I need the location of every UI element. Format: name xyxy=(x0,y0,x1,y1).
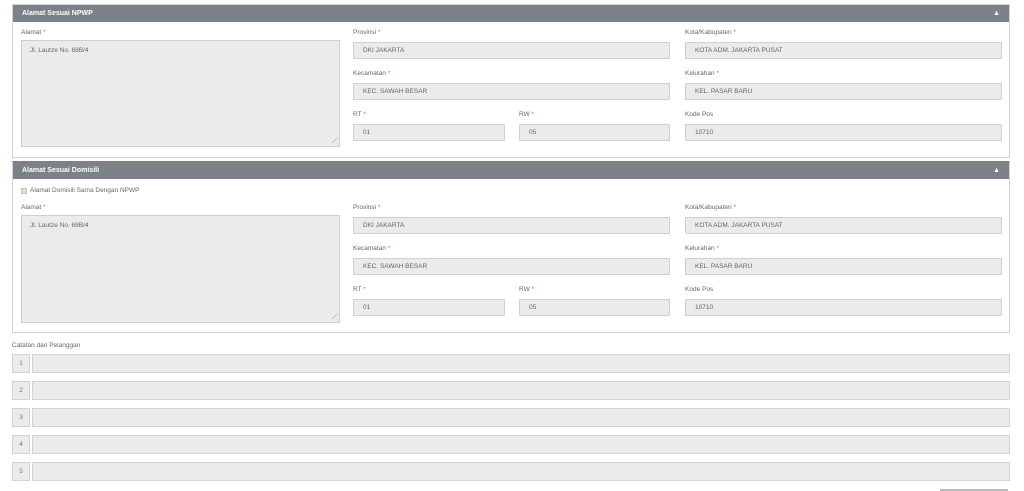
domisili-panel-header[interactable]: Alamat Sesuai Domisili ▲ xyxy=(13,162,1009,179)
note-input[interactable] xyxy=(32,462,1010,481)
npwp-panel-title: Alamat Sesuai NPWP xyxy=(22,10,93,17)
domisili-kodepos-field[interactable]: 10710 xyxy=(685,299,1002,316)
npwp-kota-label: Kota/Kabupaten * xyxy=(685,29,736,36)
npwp-panel-header[interactable]: Alamat Sesuai NPWP ▲ xyxy=(13,5,1009,22)
note-input[interactable] xyxy=(32,435,1010,454)
domisili-provinsi-field[interactable]: DKI JAKARTA xyxy=(353,217,670,234)
domisili-kecamatan-field[interactable]: KEC. SAWAH BESAR xyxy=(353,258,670,275)
npwp-rt-field[interactable]: 01 xyxy=(353,124,505,141)
note-row: 3 xyxy=(12,408,1010,427)
npwp-kota-field[interactable]: KOTA ADM. JAKARTA PUSAT xyxy=(685,42,1002,59)
npwp-kodepos-field[interactable]: 10710 xyxy=(685,124,1002,141)
note-input[interactable] xyxy=(32,408,1010,427)
note-row: 2 xyxy=(12,381,1010,400)
domisili-alamat-label: Alamat * xyxy=(21,204,46,211)
resize-grip-icon[interactable]: ⟋ xyxy=(332,314,337,321)
npwp-provinsi-label: Provinsi * xyxy=(353,29,381,36)
domisili-rt-field[interactable]: 01 xyxy=(353,299,505,316)
note-row-number: 4 xyxy=(12,435,30,454)
npwp-rw-field[interactable]: 05 xyxy=(519,124,670,141)
caret-up-icon[interactable]: ▲ xyxy=(993,167,1000,174)
note-input[interactable] xyxy=(32,354,1010,373)
note-input[interactable] xyxy=(32,381,1010,400)
npwp-rw-label: RW * xyxy=(519,111,535,118)
resize-grip-icon[interactable]: ⟋ xyxy=(332,138,337,145)
domisili-kecamatan-label: Kecamatan * xyxy=(353,245,391,252)
domisili-address-panel: Alamat Sesuai Domisili ▲ Alamat Domisili… xyxy=(12,161,1010,333)
npwp-kelurahan-label: Kelurahan * xyxy=(685,70,719,77)
note-row-number: 1 xyxy=(12,354,30,373)
domisili-kota-field[interactable]: KOTA ADM. JAKARTA PUSAT xyxy=(685,217,1002,234)
same-as-npwp-label: Alamat Domisili Sama Dengan NPWP xyxy=(30,187,140,194)
npwp-address-panel: Alamat Sesuai NPWP ▲ Alamat * Jl. Lautze… xyxy=(12,4,1010,158)
domisili-kota-label: Kota/Kabupaten * xyxy=(685,204,736,211)
npwp-kodepos-label: Kode Pos xyxy=(685,111,714,118)
customer-notes-label: Catatan dari Pelanggan xyxy=(12,342,81,349)
note-row: 4 xyxy=(12,435,1010,454)
npwp-kelurahan-field[interactable]: KEL. PASAR BARU xyxy=(685,83,1002,100)
note-row-number: 3 xyxy=(12,408,30,427)
domisili-kelurahan-field[interactable]: KEL. PASAR BARU xyxy=(685,258,1002,275)
domisili-kelurahan-label: Kelurahan * xyxy=(685,245,719,252)
npwp-rt-label: RT * xyxy=(353,111,366,118)
same-as-npwp-checkbox-row[interactable]: Alamat Domisili Sama Dengan NPWP xyxy=(21,187,139,194)
domisili-kodepos-label: Kode Pos xyxy=(685,286,714,293)
domisili-rw-field[interactable]: 05 xyxy=(519,299,670,316)
note-row: 5 xyxy=(12,462,1010,481)
domisili-alamat-textarea[interactable]: Jl. Lautze No. 68B/4 ⟋ xyxy=(21,215,340,323)
domisili-provinsi-label: Provinsi * xyxy=(353,204,381,211)
domisili-rw-label: RW * xyxy=(519,286,535,293)
note-row-number: 5 xyxy=(12,462,30,481)
npwp-alamat-textarea[interactable]: Jl. Lautze No. 68B/4 ⟋ xyxy=(21,40,340,147)
caret-up-icon[interactable]: ▲ xyxy=(993,10,1000,17)
note-row-number: 2 xyxy=(12,381,30,400)
domisili-rt-label: RT * xyxy=(353,286,366,293)
same-as-npwp-checkbox[interactable] xyxy=(21,187,27,194)
npwp-kecamatan-label: Kecamatan * xyxy=(353,70,391,77)
npwp-provinsi-field[interactable]: DKI JAKARTA xyxy=(353,42,670,59)
domisili-panel-title: Alamat Sesuai Domisili xyxy=(22,167,100,174)
note-row: 1 xyxy=(12,354,1010,373)
npwp-kecamatan-field[interactable]: KEC. SAWAH BESAR xyxy=(353,83,670,100)
npwp-alamat-label: Alamat * xyxy=(21,29,46,36)
